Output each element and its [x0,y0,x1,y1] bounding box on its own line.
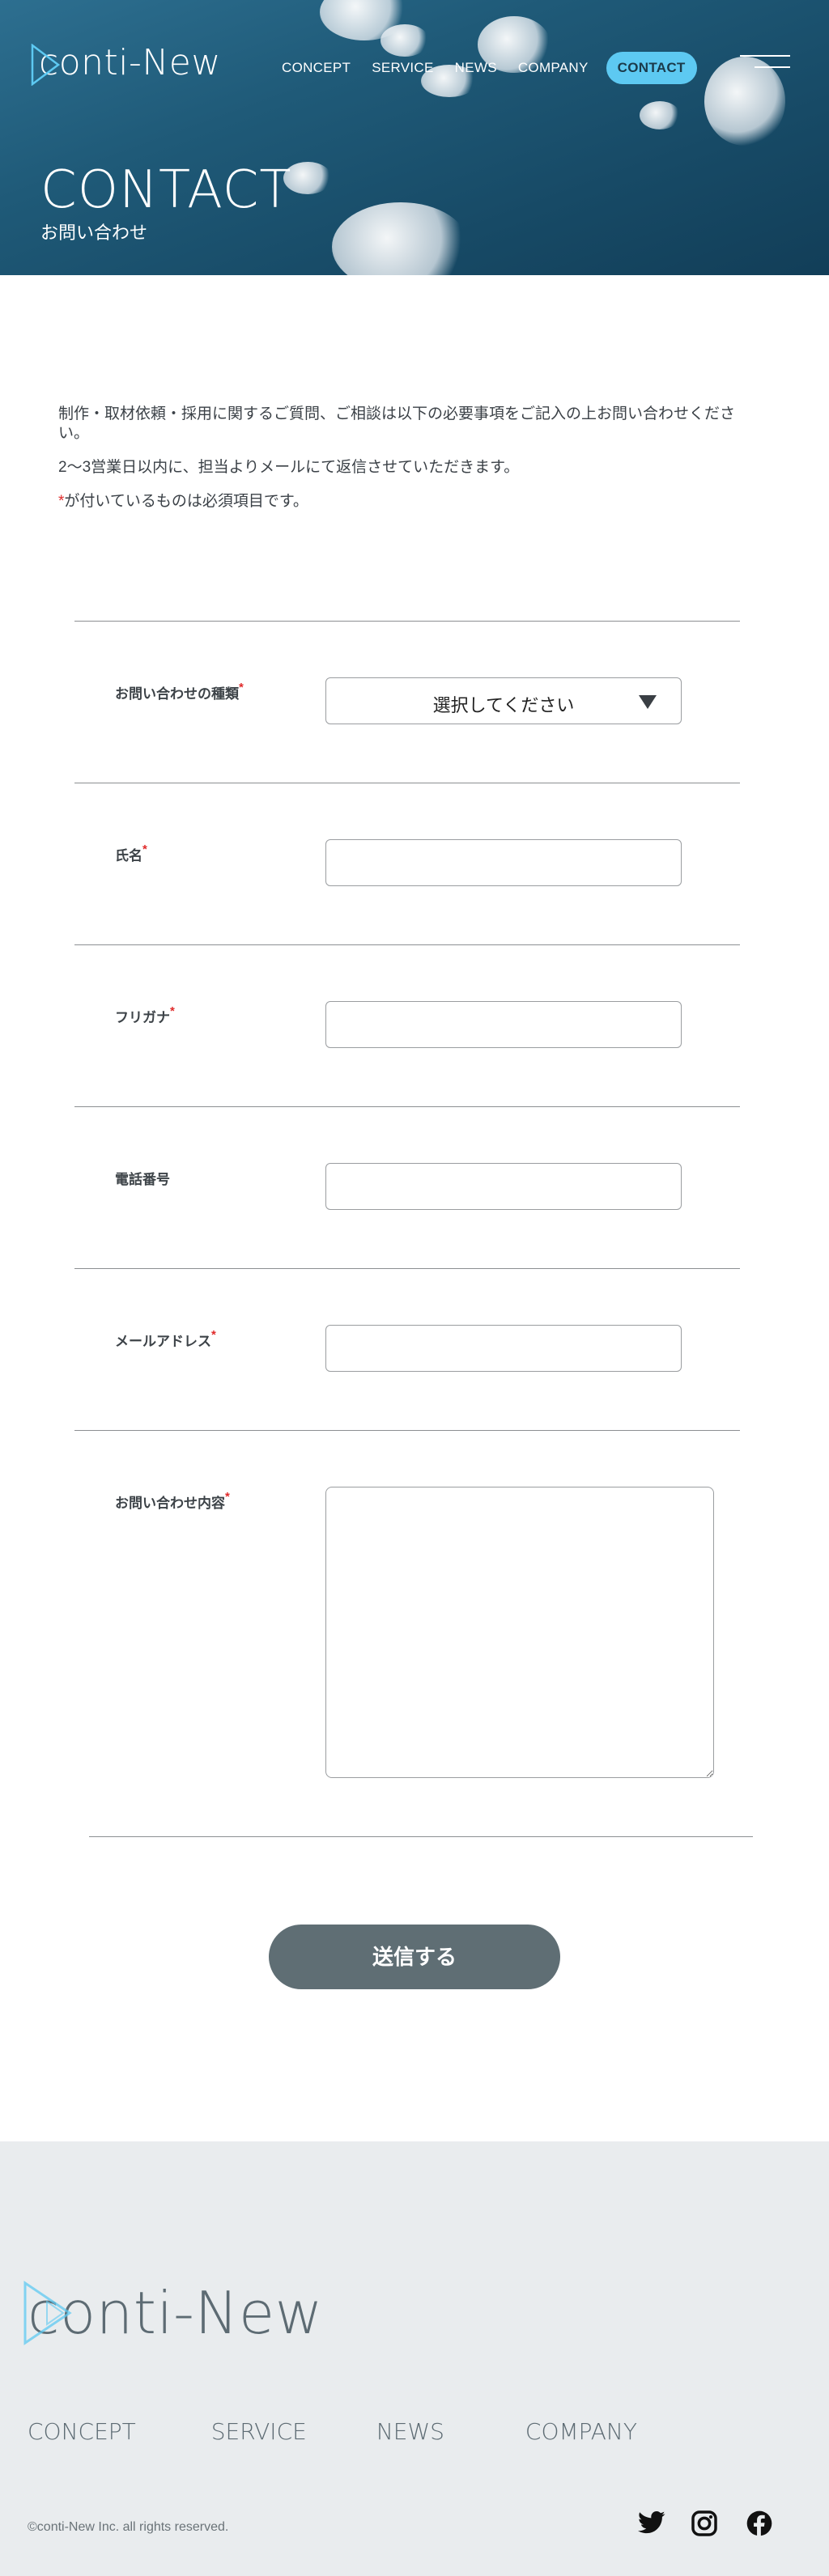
footer-link-concept[interactable]: CONCEPT [28,2418,136,2445]
intro-line: 制作・取材依頼・採用に関するご質問、ご相談は以下の必要事項をご記入の上お問い合わ… [58,405,736,442]
label-inquiry-type: お問い合わせの種類* [115,681,244,702]
intro-required-note: *が付いているものは必須項目です。 [58,492,763,511]
facebook-icon[interactable] [746,2510,772,2540]
footer-nav: CONCEPT SERVICE NEWS COMPANY [28,2418,637,2445]
copyright: ©conti-New Inc. all rights reserved. [28,2520,229,2534]
nav-contact-button[interactable]: CONTACT [606,52,697,84]
label-email: メールアドレス* [115,1328,216,1349]
label-name: 氏名* [115,842,147,864]
form-divider [74,1106,740,1107]
cloud-decoration [640,101,680,129]
intro-line: 2〜3営業日以内に、担当よりメールにて返信させていただきます。 [58,459,520,476]
form-divider [74,1430,740,1431]
instagram-icon[interactable] [691,2510,717,2540]
form-divider [74,1268,740,1269]
form-divider [74,944,740,945]
hamburger-line [740,55,790,57]
furigana-input[interactable] [325,1001,682,1048]
required-mark: * [170,1004,175,1019]
page-subtitle: お問い合わせ [40,223,148,243]
message-textarea[interactable] [325,1487,714,1778]
hero-header: conti-New CONCEPT SERVICE NEWS COMPANY C… [0,0,829,275]
nav-link-news[interactable]: NEWS [455,60,497,76]
logo-triangle-icon [31,44,60,86]
required-mark: * [239,681,244,695]
label-furigana: フリガナ* [115,1004,175,1025]
site-logo[interactable]: conti-New [31,42,221,86]
required-mark: * [225,1490,230,1504]
nav-link-company[interactable]: COMPANY [518,60,589,76]
intro-line: が付いているものは必須項目です。 [64,493,308,510]
main-nav: CONCEPT SERVICE NEWS COMPANY CONTACT [282,52,718,84]
hamburger-icon[interactable] [738,53,790,71]
select-value: 選択してください [432,695,575,715]
required-mark: * [211,1328,216,1343]
form-divider [74,621,740,622]
label-phone: 電話番号 [115,1172,170,1187]
footer-link-news[interactable]: NEWS [376,2418,444,2445]
page-title: CONTACT [40,160,292,220]
cloud-decoration [332,202,470,275]
footer-logo[interactable]: conti-New [23,2281,323,2345]
footer-link-company[interactable]: COMPANY [525,2418,637,2445]
form-divider [89,1836,753,1837]
nav-link-service[interactable]: SERVICE [372,60,433,76]
nav-link-concept[interactable]: CONCEPT [282,60,351,76]
name-input[interactable] [325,839,682,886]
email-input[interactable] [325,1325,682,1372]
twitter-icon[interactable] [638,2510,665,2539]
phone-input[interactable] [325,1163,682,1210]
hamburger-line [755,66,790,68]
logo-triangle-icon [23,2281,72,2345]
required-mark: * [142,842,147,857]
site-footer: conti-New CONCEPT SERVICE NEWS COMPANY ©… [0,2141,829,2576]
dropdown-arrow-icon [639,695,657,709]
submit-button[interactable]: 送信する [269,1925,560,1989]
inquiry-type-select[interactable]: 選択してください [325,677,682,724]
intro-text: 制作・取材依頼・採用に関するご質問、ご相談は以下の必要事項をご記入の上お問い合わ… [58,405,763,526]
label-message: お問い合わせ内容* [115,1490,230,1511]
footer-link-service[interactable]: SERVICE [211,2418,307,2445]
